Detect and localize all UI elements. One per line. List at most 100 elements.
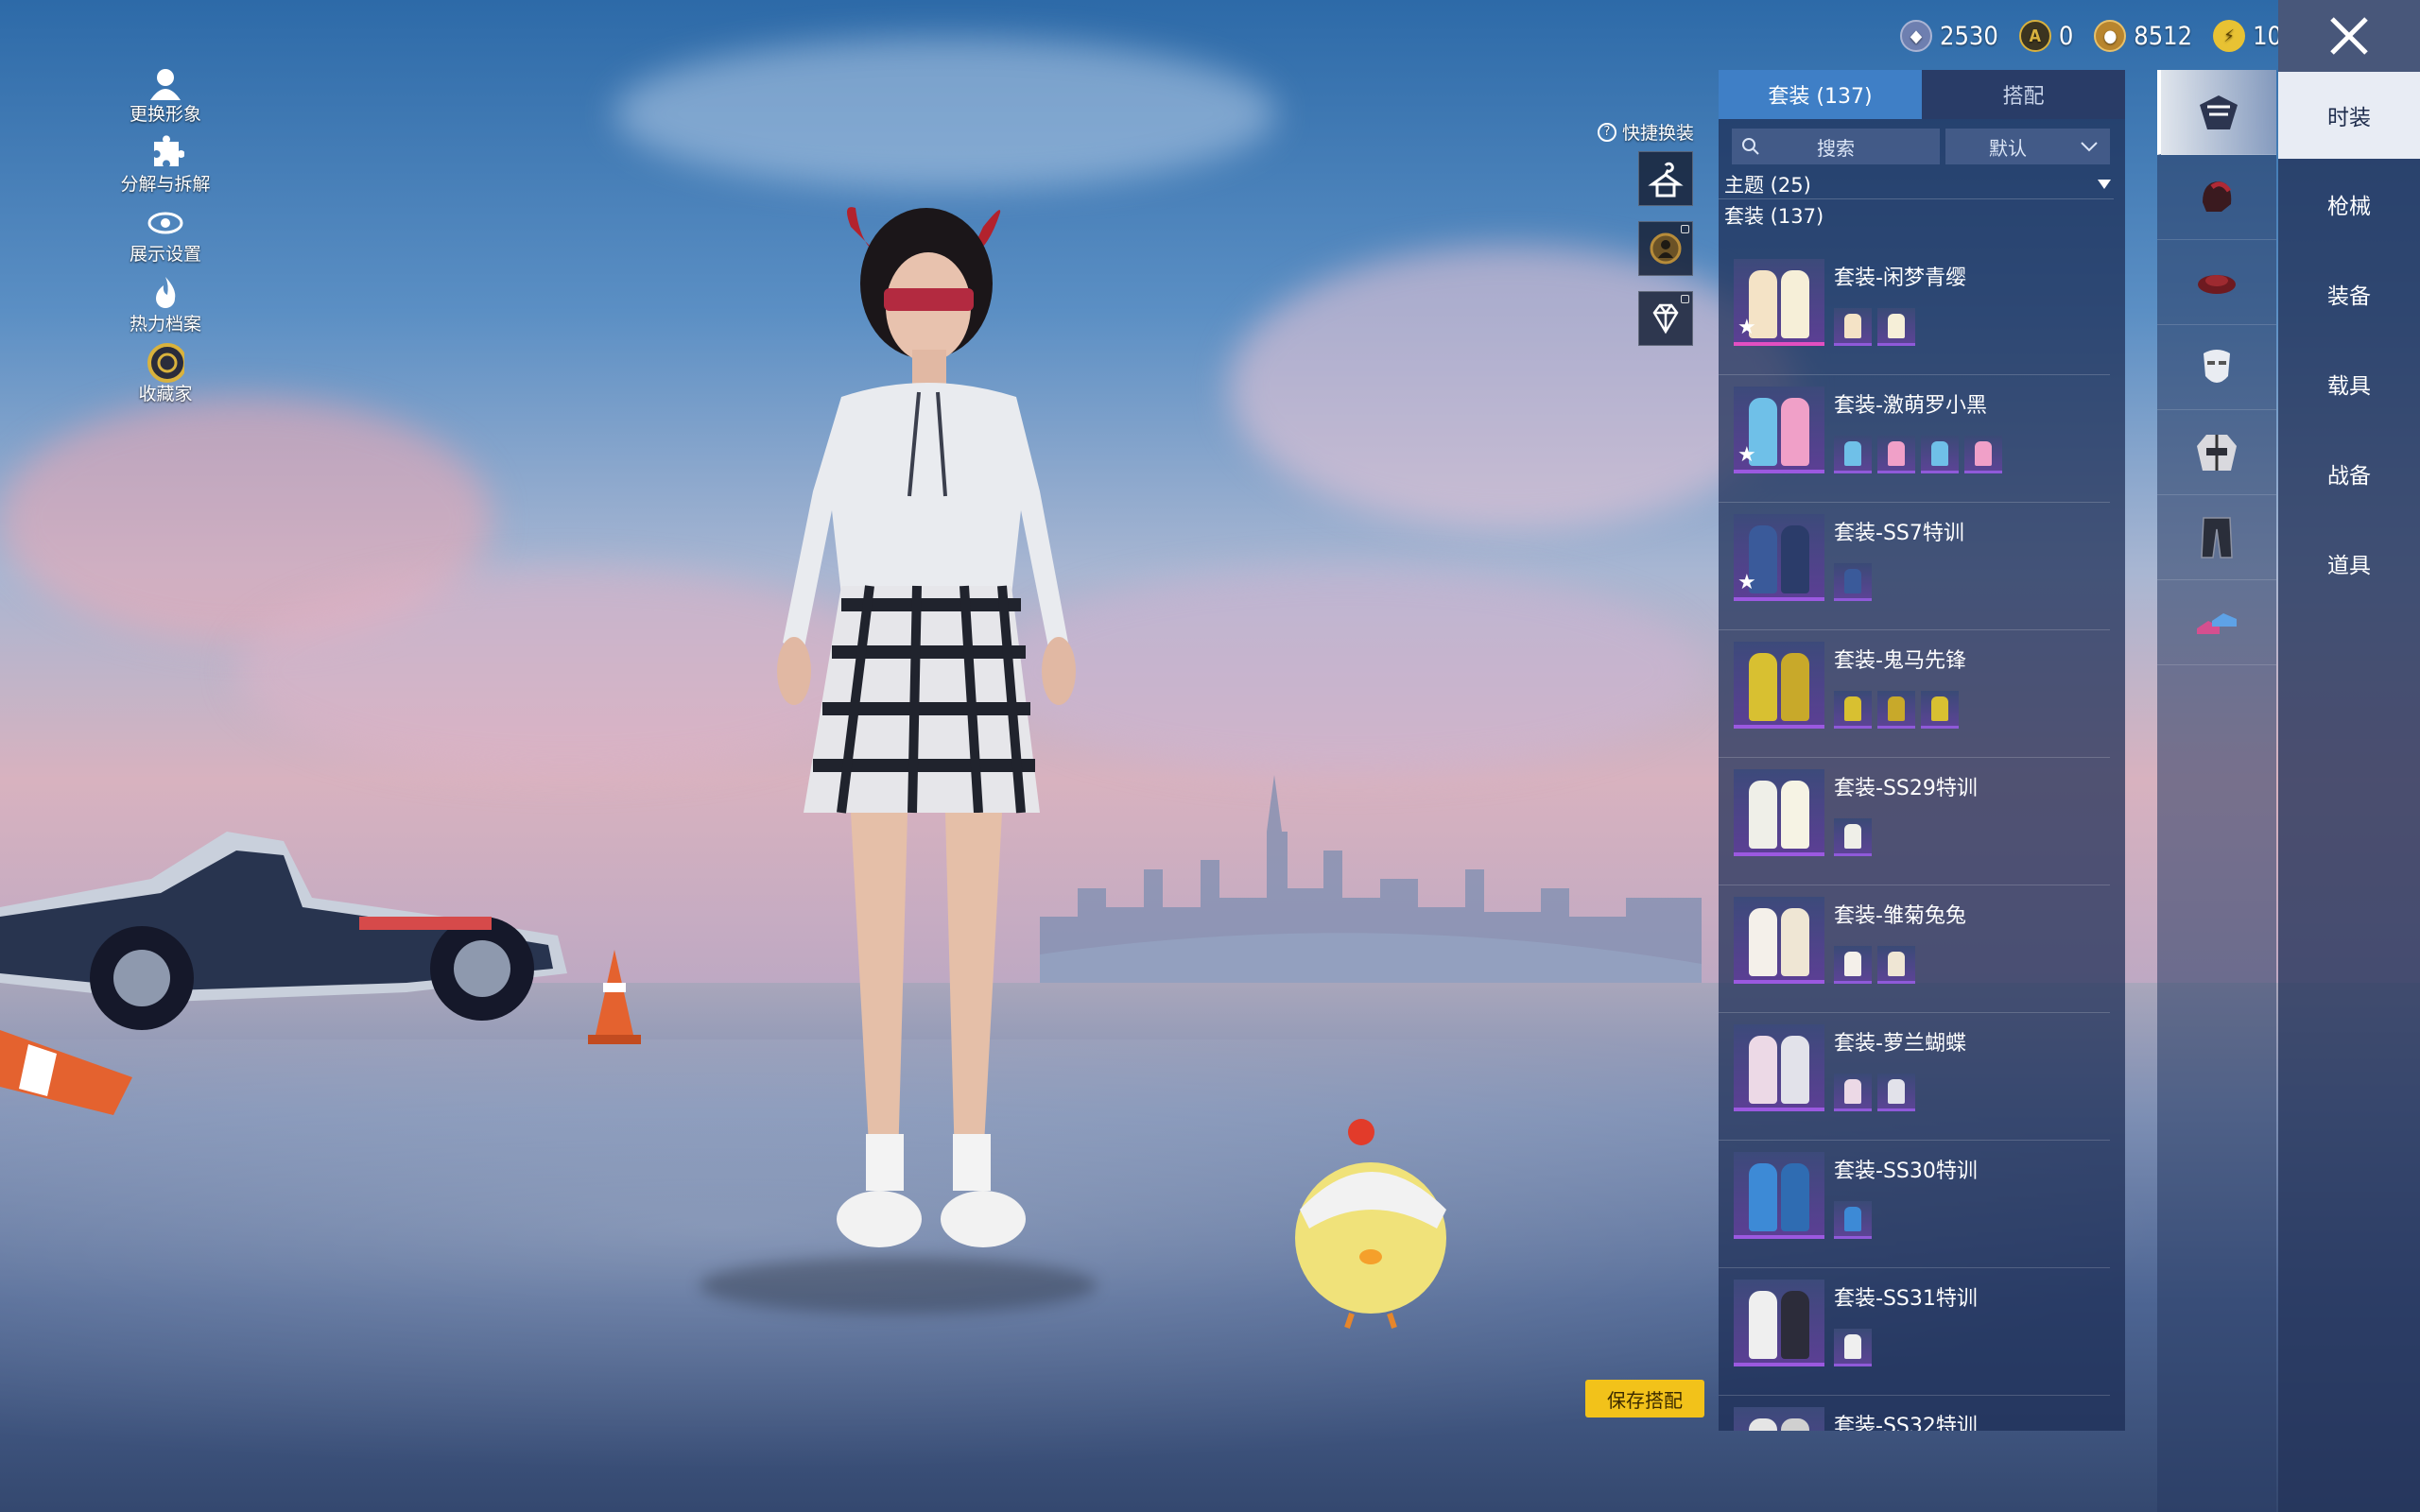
tab-fashion[interactable]: 时装 xyxy=(2278,72,2420,159)
diamond-button[interactable] xyxy=(1638,291,1693,346)
wardrobe-button[interactable] xyxy=(1638,151,1693,206)
collector-badge-icon xyxy=(147,343,184,383)
outfit-figure xyxy=(1749,781,1777,849)
outfit-part-thumbnail[interactable] xyxy=(1877,691,1915,729)
outfit-item[interactable]: 套装-SS32特训 xyxy=(1719,1396,2110,1431)
menu-collector[interactable]: 收藏家 xyxy=(109,343,222,414)
lock-icon xyxy=(1681,295,1689,303)
tab-vehicles[interactable]: 载具 xyxy=(2278,338,2420,428)
outfit-icon xyxy=(2200,94,2238,129)
outfit-part-thumbnail[interactable] xyxy=(1964,436,2002,473)
outfit-parts xyxy=(1834,691,1959,729)
outfit-item[interactable]: 套装-萝兰蝴蝶 xyxy=(1719,1013,2110,1141)
outfit-part-thumbnail[interactable] xyxy=(1834,563,1872,601)
tab-items[interactable]: 道具 xyxy=(2278,518,2420,608)
save-combo-button[interactable]: 保存搭配 xyxy=(1585,1380,1704,1418)
outfit-thumbnail: ★ xyxy=(1734,259,1824,346)
outfit-name: 套装-雏菊兔兔 xyxy=(1834,904,1966,928)
category-icon-helmet[interactable] xyxy=(2157,155,2276,240)
part-figure xyxy=(1931,696,1948,721)
part-figure xyxy=(1844,823,1861,849)
outfit-figure xyxy=(1781,1418,1809,1431)
outfit-item[interactable]: 套装-鬼马先锋 xyxy=(1719,630,2110,758)
sort-dropdown[interactable]: 默认 xyxy=(1945,129,2110,164)
menu-heat-record[interactable]: 热力档案 xyxy=(109,274,222,344)
emblem-button[interactable] xyxy=(1638,221,1693,276)
part-figure xyxy=(1888,1078,1905,1104)
outfit-parts xyxy=(1834,436,2002,473)
part-figure xyxy=(1888,313,1905,338)
category-icon-column xyxy=(2157,70,2276,1512)
outfit-parts xyxy=(1834,1201,1872,1239)
outfit-thumbnail xyxy=(1734,1024,1824,1111)
outfit-part-thumbnail[interactable] xyxy=(1921,691,1959,729)
outfit-item[interactable]: 套装-SS29特训 xyxy=(1719,758,2110,885)
outfit-part-thumbnail[interactable] xyxy=(1834,946,1872,984)
part-figure xyxy=(1844,1206,1861,1231)
outfit-part-thumbnail[interactable] xyxy=(1834,818,1872,856)
outfit-parts xyxy=(1834,308,1915,346)
part-figure xyxy=(1931,440,1948,466)
menu-decompose[interactable]: 分解与拆解 xyxy=(109,134,222,204)
outfit-name: 套装-闲梦青缨 xyxy=(1834,266,1966,290)
outfit-item[interactable]: 套装-SS31特训 xyxy=(1719,1268,2110,1396)
outfit-item[interactable]: 套装-SS30特训 xyxy=(1719,1141,2110,1268)
outfit-part-thumbnail[interactable] xyxy=(1834,1329,1872,1366)
category-icon-shoes[interactable] xyxy=(2157,580,2276,665)
outfit-part-thumbnail[interactable] xyxy=(1834,691,1872,729)
category-icon-outfit[interactable] xyxy=(2157,70,2276,155)
player-character xyxy=(777,207,1076,1247)
city-skyline xyxy=(1040,775,1702,983)
currency-bp-value: 8512 xyxy=(2134,21,2193,51)
outfit-item[interactable]: ★ 套装-激萌罗小黑 xyxy=(1719,375,2110,503)
tab-equipment[interactable]: 装备 xyxy=(2278,249,2420,338)
category-icon-jacket[interactable] xyxy=(2157,410,2276,495)
outfit-item[interactable]: 套装-雏菊兔兔 xyxy=(1719,885,2110,1013)
part-figure xyxy=(1888,951,1905,976)
outfit-item[interactable]: ★ 套装-SS7特训 xyxy=(1719,503,2110,630)
help-icon: ? xyxy=(1598,122,1616,142)
shoes-icon xyxy=(2197,612,2237,634)
jacket-icon xyxy=(2197,434,2237,471)
quick-swap-label: 快捷换装 xyxy=(1622,123,1695,144)
outfit-figure xyxy=(1781,398,1809,466)
category-icon-hat[interactable] xyxy=(2157,240,2276,325)
outfit-item[interactable]: ★ 套装-闲梦青缨 xyxy=(1719,248,2110,375)
outfit-part-thumbnail[interactable] xyxy=(1877,308,1915,346)
category-icon-mask[interactable] xyxy=(2157,325,2276,410)
outfit-part-thumbnail[interactable] xyxy=(1921,436,1959,473)
quick-swap[interactable]: ? 快捷换装 xyxy=(1598,119,1694,145)
search-input[interactable]: 搜索 xyxy=(1732,129,1940,164)
diamond-icon xyxy=(1652,303,1679,335)
outfit-figure xyxy=(1749,1163,1777,1231)
outfit-part-thumbnail[interactable] xyxy=(1877,946,1915,984)
caret-down-icon xyxy=(2098,180,2111,189)
outfit-part-thumbnail[interactable] xyxy=(1834,436,1872,473)
outfit-part-thumbnail[interactable] xyxy=(1834,1074,1872,1111)
tab-combos[interactable]: 搭配 xyxy=(1922,70,2125,119)
outfit-part-thumbnail[interactable] xyxy=(1834,308,1872,346)
left-menu: 更换形象 分解与拆解 展示设置 热力档案 收藏家 xyxy=(109,64,222,414)
hat-icon xyxy=(2198,274,2236,294)
star-icon: ★ xyxy=(1737,316,1756,339)
tab-sets[interactable]: 套装 (137) xyxy=(1719,70,1922,119)
close-button[interactable] xyxy=(2278,0,2420,72)
category-icon-pants[interactable] xyxy=(2157,495,2276,580)
part-figure xyxy=(1844,568,1861,593)
group-theme-header[interactable]: 主题 (25) xyxy=(1719,164,2125,198)
menu-display-settings[interactable]: 展示设置 xyxy=(109,204,222,274)
outfit-name: 套装-鬼马先锋 xyxy=(1834,649,1966,673)
outfit-thumbnail xyxy=(1734,769,1824,856)
tab-battle-gear[interactable]: 战备 xyxy=(2278,428,2420,518)
outfit-part-thumbnail[interactable] xyxy=(1834,1201,1872,1239)
outfit-thumbnail xyxy=(1734,897,1824,984)
outfit-part-thumbnail[interactable] xyxy=(1877,1074,1915,1111)
star-icon: ★ xyxy=(1737,571,1756,594)
outfit-part-thumbnail[interactable] xyxy=(1877,436,1915,473)
tab-weapons[interactable]: 枪械 xyxy=(2278,159,2420,249)
menu-label: 展示设置 xyxy=(129,244,201,265)
part-figure xyxy=(1844,696,1861,721)
menu-change-appearance[interactable]: 更换形象 xyxy=(109,64,222,134)
panel-tabs: 套装 (137) 搭配 xyxy=(1719,70,2125,119)
search-icon xyxy=(1742,138,1759,155)
